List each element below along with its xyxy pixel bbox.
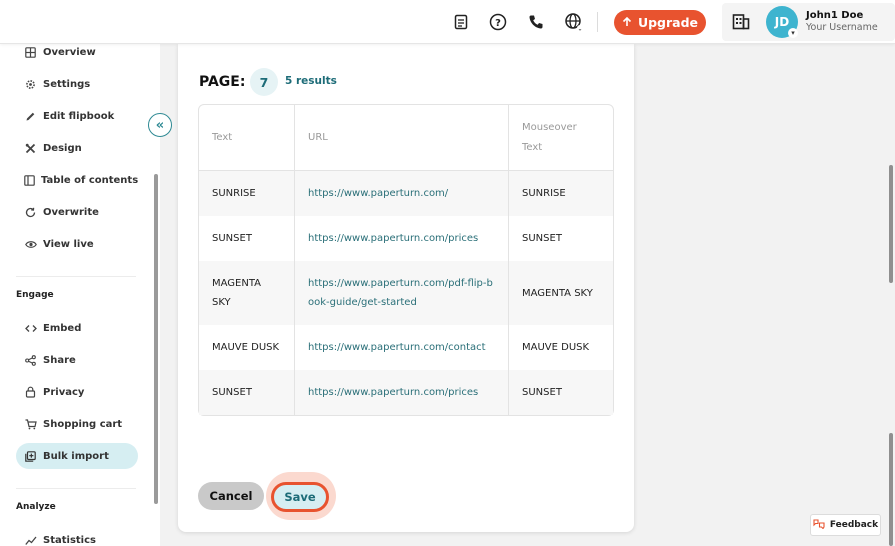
- sidebar-item-label: Settings: [43, 78, 91, 90]
- cart-icon: [24, 418, 37, 431]
- links-table: Text URL Mouseover Text SUNRISE https://…: [198, 104, 614, 416]
- table-row: MAGENTA SKY https://www.paperturn.com/pd…: [199, 261, 613, 325]
- sidebar: Overview Settings Edit flipbook Design T…: [0, 44, 160, 546]
- sidebar-item-bulk-import[interactable]: Bulk import: [16, 443, 138, 469]
- top-bar: ? ⌄ Upgrade JD ▾ John1 Doe Your Username: [0, 0, 895, 44]
- sidebar-item-privacy[interactable]: Privacy: [16, 379, 138, 405]
- pencil-icon: [24, 110, 37, 123]
- sidebar-scrollbar[interactable]: [154, 174, 158, 504]
- sidebar-item-statistics[interactable]: Statistics: [16, 527, 138, 546]
- sidebar-item-label: Edit flipbook: [43, 110, 115, 122]
- code-icon: [24, 322, 37, 335]
- table-row: MAUVE DUSK https://www.paperturn.com/con…: [199, 325, 613, 370]
- user-username: Your Username: [806, 22, 878, 33]
- user-menu[interactable]: JD ▾ John1 Doe Your Username: [722, 3, 895, 41]
- sidebar-item-label: Embed: [43, 322, 82, 334]
- arrow-up-icon: [622, 15, 632, 30]
- import-icon: [24, 450, 37, 463]
- section-title-analyze: Analyze: [16, 502, 56, 512]
- sidebar-item-label: Design: [43, 142, 82, 154]
- column-header-text: Text: [199, 105, 295, 171]
- divider: [16, 488, 136, 489]
- column-header-mouseover: Mouseover Text: [509, 105, 613, 171]
- sidebar-item-shopping-cart[interactable]: Shopping cart: [16, 411, 138, 437]
- sidebar-item-embed[interactable]: Embed: [16, 315, 138, 341]
- sidebar-item-share[interactable]: Share: [16, 347, 138, 373]
- page-scrollbar-thumb[interactable]: [889, 165, 893, 283]
- sidebar-item-label: Shopping cart: [43, 418, 123, 430]
- document-icon[interactable]: [450, 11, 472, 33]
- cell-text: SUNRISE: [199, 171, 295, 216]
- cell-url: https://www.paperturn.com/contact: [295, 325, 509, 370]
- cell-text: SUNSET: [199, 216, 295, 261]
- chevron-down-icon: ▾: [788, 28, 798, 38]
- cell-url: https://www.paperturn.com/: [295, 171, 509, 216]
- page-label: PAGE:: [199, 74, 246, 90]
- chart-icon: [24, 534, 37, 546]
- sidebar-item-view-live[interactable]: View live: [16, 231, 138, 257]
- table-row: SUNRISE https://www.paperturn.com/ SUNRI…: [199, 171, 613, 216]
- overview-icon: [24, 46, 37, 59]
- lock-icon: [24, 386, 37, 399]
- phone-icon[interactable]: [525, 11, 547, 33]
- sidebar-item-edit-flipbook[interactable]: Edit flipbook: [16, 103, 138, 129]
- cell-text: MAGENTA SKY: [199, 261, 295, 325]
- sidebar-item-label: View live: [43, 238, 94, 250]
- table-row: SUNSET https://www.paperturn.com/prices …: [199, 370, 613, 415]
- upgrade-label: Upgrade: [637, 15, 699, 30]
- svg-text:?: ?: [495, 18, 501, 29]
- save-button[interactable]: Save: [271, 482, 329, 512]
- cell-url: https://www.paperturn.com/prices: [295, 370, 509, 415]
- cell-mouseover: SUNRISE: [509, 171, 613, 216]
- cell-mouseover: MAUVE DUSK: [522, 342, 590, 353]
- sidebar-item-overwrite[interactable]: Overwrite: [16, 199, 138, 225]
- toc-icon: [24, 174, 35, 187]
- sidebar-item-label: Privacy: [43, 386, 85, 398]
- building-icon[interactable]: [732, 12, 750, 34]
- table-row: SUNSET https://www.paperturn.com/prices …: [199, 216, 613, 261]
- sidebar-item-design[interactable]: Design: [16, 135, 138, 161]
- refresh-icon: [24, 206, 37, 219]
- svg-text:⌄: ⌄: [577, 26, 582, 33]
- divider: [16, 276, 136, 277]
- user-name: John1 Doe: [806, 10, 864, 21]
- cell-text: SUNSET: [199, 370, 295, 415]
- design-icon: [24, 142, 37, 155]
- feedback-button[interactable]: Feedback: [810, 514, 881, 536]
- cell-url: https://www.paperturn.com/prices: [295, 216, 509, 261]
- cell-url: https://www.paperturn.com/pdf-flip-book-…: [295, 261, 509, 325]
- share-icon: [24, 354, 37, 367]
- column-header-url: URL: [295, 105, 509, 171]
- page-scrollbar-thumb[interactable]: [889, 433, 893, 546]
- feedback-icon: [813, 518, 825, 532]
- eye-icon: [24, 238, 37, 251]
- results-count: 5 results: [285, 75, 337, 87]
- sidebar-item-settings[interactable]: Settings: [16, 71, 138, 97]
- gear-icon: [24, 78, 37, 91]
- sidebar-item-label: Table of contents: [41, 174, 139, 186]
- cell-mouseover: MAGENTA SKY: [509, 261, 613, 325]
- upgrade-button[interactable]: Upgrade: [614, 10, 706, 35]
- cell-mouseover: SUNSET: [522, 233, 562, 244]
- sidebar-item-label: Share: [43, 354, 76, 366]
- cell-text: MAUVE DUSK: [199, 325, 295, 370]
- sidebar-item-label: Statistics: [43, 534, 96, 546]
- section-title-engage: Engage: [16, 290, 54, 300]
- table-header-row: Text URL Mouseover Text: [199, 105, 613, 171]
- double-chevron-left-icon: «: [155, 117, 165, 133]
- collapse-sidebar-button[interactable]: «: [148, 113, 172, 137]
- help-icon[interactable]: ?: [487, 11, 509, 33]
- sidebar-item-label: Overview: [43, 46, 96, 58]
- cancel-button[interactable]: Cancel: [198, 482, 264, 510]
- sidebar-item-table-of-contents[interactable]: Table of contents: [16, 167, 138, 193]
- toolbar-divider: [597, 12, 598, 32]
- sidebar-item-label: Overwrite: [43, 206, 99, 218]
- sidebar-item-label: Bulk import: [43, 450, 109, 462]
- cell-mouseover: SUNSET: [509, 370, 613, 415]
- globe-icon[interactable]: ⌄: [563, 11, 585, 33]
- bulk-import-card: PAGE: 7 5 results Text URL Mouseover Tex…: [178, 44, 634, 532]
- feedback-label: Feedback: [829, 520, 879, 530]
- page-number-badge: 7: [250, 68, 278, 96]
